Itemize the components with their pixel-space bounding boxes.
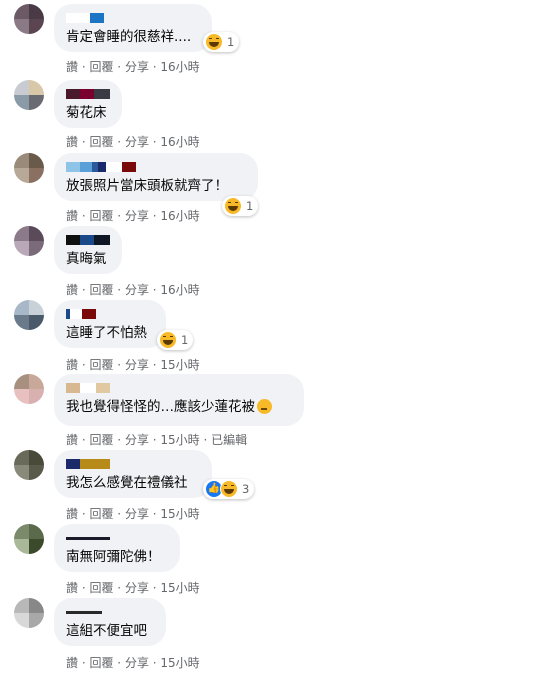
reply-button[interactable]: 回覆 xyxy=(89,581,113,595)
comment-actions: 讚 · 回覆 · 分享 · 15小時 · 已編輯 xyxy=(66,433,248,447)
avatar[interactable] xyxy=(14,226,44,256)
comment-bubble: 放張照片當床頭板就齊了！ xyxy=(54,153,258,201)
commenter-name[interactable] xyxy=(66,606,154,618)
reply-button[interactable]: 回覆 xyxy=(89,656,113,670)
share-button[interactable]: 分享 xyxy=(125,283,149,297)
share-button[interactable]: 分享 xyxy=(125,358,149,372)
reply-button[interactable]: 回覆 xyxy=(89,135,113,149)
like-button[interactable]: 讚 xyxy=(66,135,78,149)
commenter-name[interactable] xyxy=(66,161,246,173)
avatar[interactable] xyxy=(14,80,44,110)
comment-text: 放張照片當床頭板就齊了！ xyxy=(66,178,228,194)
comment-bubble: 真晦氣 xyxy=(54,226,122,274)
haha-reaction-icon xyxy=(220,480,238,498)
share-button[interactable]: 分享 xyxy=(125,433,149,447)
reaction-count: 3 xyxy=(242,482,250,496)
avatar[interactable] xyxy=(14,4,44,34)
reaction-summary[interactable]: 1 xyxy=(203,32,240,52)
comment-text: 這組不便宜吧 xyxy=(66,623,147,639)
avatar[interactable] xyxy=(14,153,44,183)
share-button[interactable]: 分享 xyxy=(125,507,149,521)
like-button[interactable]: 讚 xyxy=(66,507,78,521)
like-button[interactable]: 讚 xyxy=(66,358,78,372)
share-button[interactable]: 分享 xyxy=(125,135,149,149)
reaction-summary[interactable]: 1 xyxy=(222,196,259,216)
commenter-name[interactable] xyxy=(66,458,200,470)
like-button[interactable]: 讚 xyxy=(66,209,78,223)
comment-text: 我怎么感覺在禮儀社 xyxy=(66,475,188,491)
timestamp[interactable]: 16小時 xyxy=(160,283,199,297)
timestamp[interactable]: 16小時 xyxy=(160,209,199,223)
like-button[interactable]: 讚 xyxy=(66,283,78,297)
commenter-name[interactable] xyxy=(66,382,292,394)
comment-text: 南無阿彌陀佛！ xyxy=(66,549,161,565)
comment-bubble: 菊花床 xyxy=(54,80,122,128)
commenter-name[interactable] xyxy=(66,234,110,246)
comment-text: 我也覺得怪怪的…應該少蓮花被 xyxy=(66,398,292,416)
comment-bubble: 肯定會睡的很慈祥.... xyxy=(54,4,212,52)
edited-label: 已編輯 xyxy=(211,433,248,447)
commenter-name[interactable] xyxy=(66,88,110,100)
comment-actions: 讚 · 回覆 · 分享 · 16小時 xyxy=(66,209,200,223)
comment-bubble: 我也覺得怪怪的…應該少蓮花被 xyxy=(54,374,304,426)
reply-button[interactable]: 回覆 xyxy=(89,358,113,372)
reply-button[interactable]: 回覆 xyxy=(89,209,113,223)
commenter-name[interactable] xyxy=(66,532,168,544)
timestamp[interactable]: 15小時 xyxy=(160,433,199,447)
comment-text: 這睡了不怕熱 xyxy=(66,325,147,341)
comment-actions: 讚 · 回覆 · 分享 · 15小時 xyxy=(66,581,200,595)
reply-button[interactable]: 回覆 xyxy=(89,283,113,297)
like-button[interactable]: 讚 xyxy=(66,656,78,670)
avatar[interactable] xyxy=(14,374,44,404)
share-button[interactable]: 分享 xyxy=(125,209,149,223)
haha-reaction-icon xyxy=(224,197,242,215)
reaction-count: 1 xyxy=(227,35,235,49)
avatar[interactable] xyxy=(14,524,44,554)
comment-text: 真晦氣 xyxy=(66,251,107,267)
reaction-summary[interactable]: 👍 3 xyxy=(203,479,255,499)
comment-bubble: 這睡了不怕熱 xyxy=(54,300,166,348)
comment-bubble: 這組不便宜吧 xyxy=(54,598,166,646)
reaction-count: 1 xyxy=(181,333,189,347)
timestamp[interactable]: 16小時 xyxy=(160,60,199,74)
timestamp[interactable]: 15小時 xyxy=(160,581,199,595)
reply-button[interactable]: 回覆 xyxy=(89,433,113,447)
avatar[interactable] xyxy=(14,450,44,480)
share-button[interactable]: 分享 xyxy=(125,60,149,74)
comment-actions: 讚 · 回覆 · 分享 · 16小時 xyxy=(66,283,200,297)
comment-text: 肯定會睡的很慈祥.... xyxy=(66,29,192,45)
comment-actions: 讚 · 回覆 · 分享 · 15小時 xyxy=(66,656,200,670)
avatar[interactable] xyxy=(14,300,44,330)
comment-actions: 讚 · 回覆 · 分享 · 15小時 xyxy=(66,507,200,521)
reaction-summary[interactable]: 1 xyxy=(157,330,194,350)
timestamp[interactable]: 15小時 xyxy=(160,656,199,670)
commenter-name[interactable] xyxy=(66,308,154,320)
comment-actions: 讚 · 回覆 · 分享 · 16小時 xyxy=(66,135,200,149)
commenter-name[interactable] xyxy=(66,12,200,24)
timestamp[interactable]: 16小時 xyxy=(160,135,199,149)
share-button[interactable]: 分享 xyxy=(125,656,149,670)
thinking-emoji-icon xyxy=(257,399,272,414)
like-button[interactable]: 讚 xyxy=(66,433,78,447)
haha-reaction-icon xyxy=(159,331,177,349)
timestamp[interactable]: 15小時 xyxy=(160,358,199,372)
haha-reaction-icon xyxy=(205,33,223,51)
reply-button[interactable]: 回覆 xyxy=(89,507,113,521)
comment-bubble: 南無阿彌陀佛！ xyxy=(54,524,180,572)
like-button[interactable]: 讚 xyxy=(66,60,78,74)
timestamp[interactable]: 15小時 xyxy=(160,507,199,521)
reply-button[interactable]: 回覆 xyxy=(89,60,113,74)
avatar[interactable] xyxy=(14,598,44,628)
comment-actions: 讚 · 回覆 · 分享 · 15小時 xyxy=(66,358,200,372)
comment-actions: 讚 · 回覆 · 分享 · 16小時 xyxy=(66,60,200,74)
like-button[interactable]: 讚 xyxy=(66,581,78,595)
share-button[interactable]: 分享 xyxy=(125,581,149,595)
comment-text: 菊花床 xyxy=(66,105,107,121)
reaction-count: 1 xyxy=(246,199,254,213)
comment-bubble: 我怎么感覺在禮儀社 xyxy=(54,450,212,498)
